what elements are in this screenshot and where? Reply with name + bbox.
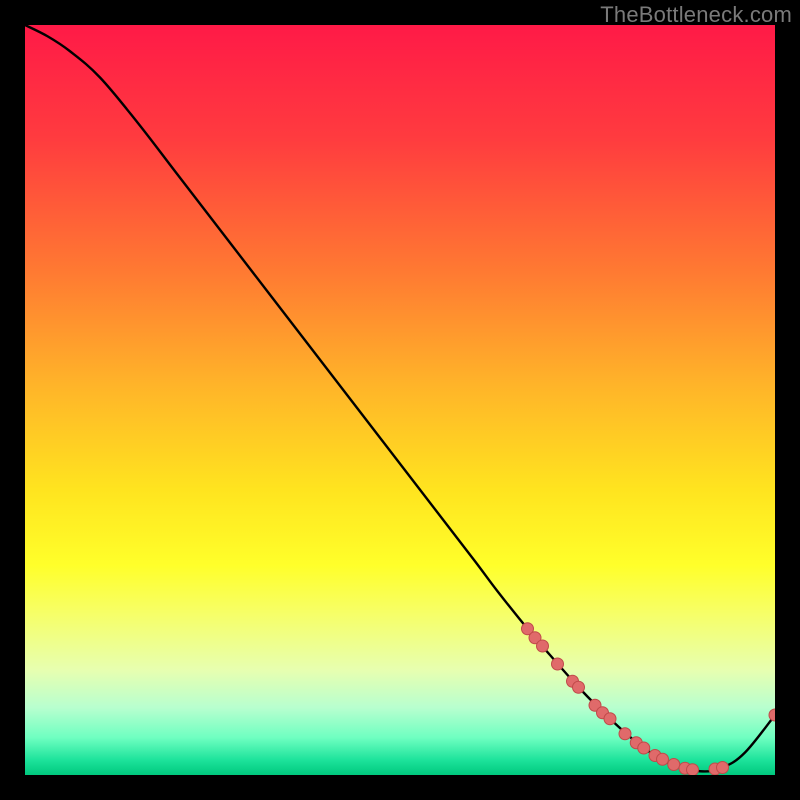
curve-markers [522,623,776,775]
curve-dot [604,713,616,725]
curve-dot [717,762,729,774]
curve-dot [638,742,650,754]
curve-dot [687,764,699,775]
plot-area [25,25,775,775]
curve-layer [25,25,775,775]
curve-dot [668,759,680,771]
curve-dot [769,709,775,721]
chart-root: TheBottleneck.com [0,0,800,800]
bottleneck-curve [25,25,775,771]
curve-dot [537,640,549,652]
curve-dot [657,753,669,765]
curve-dot [552,658,564,670]
curve-dot [619,728,631,740]
curve-dot [573,681,585,693]
